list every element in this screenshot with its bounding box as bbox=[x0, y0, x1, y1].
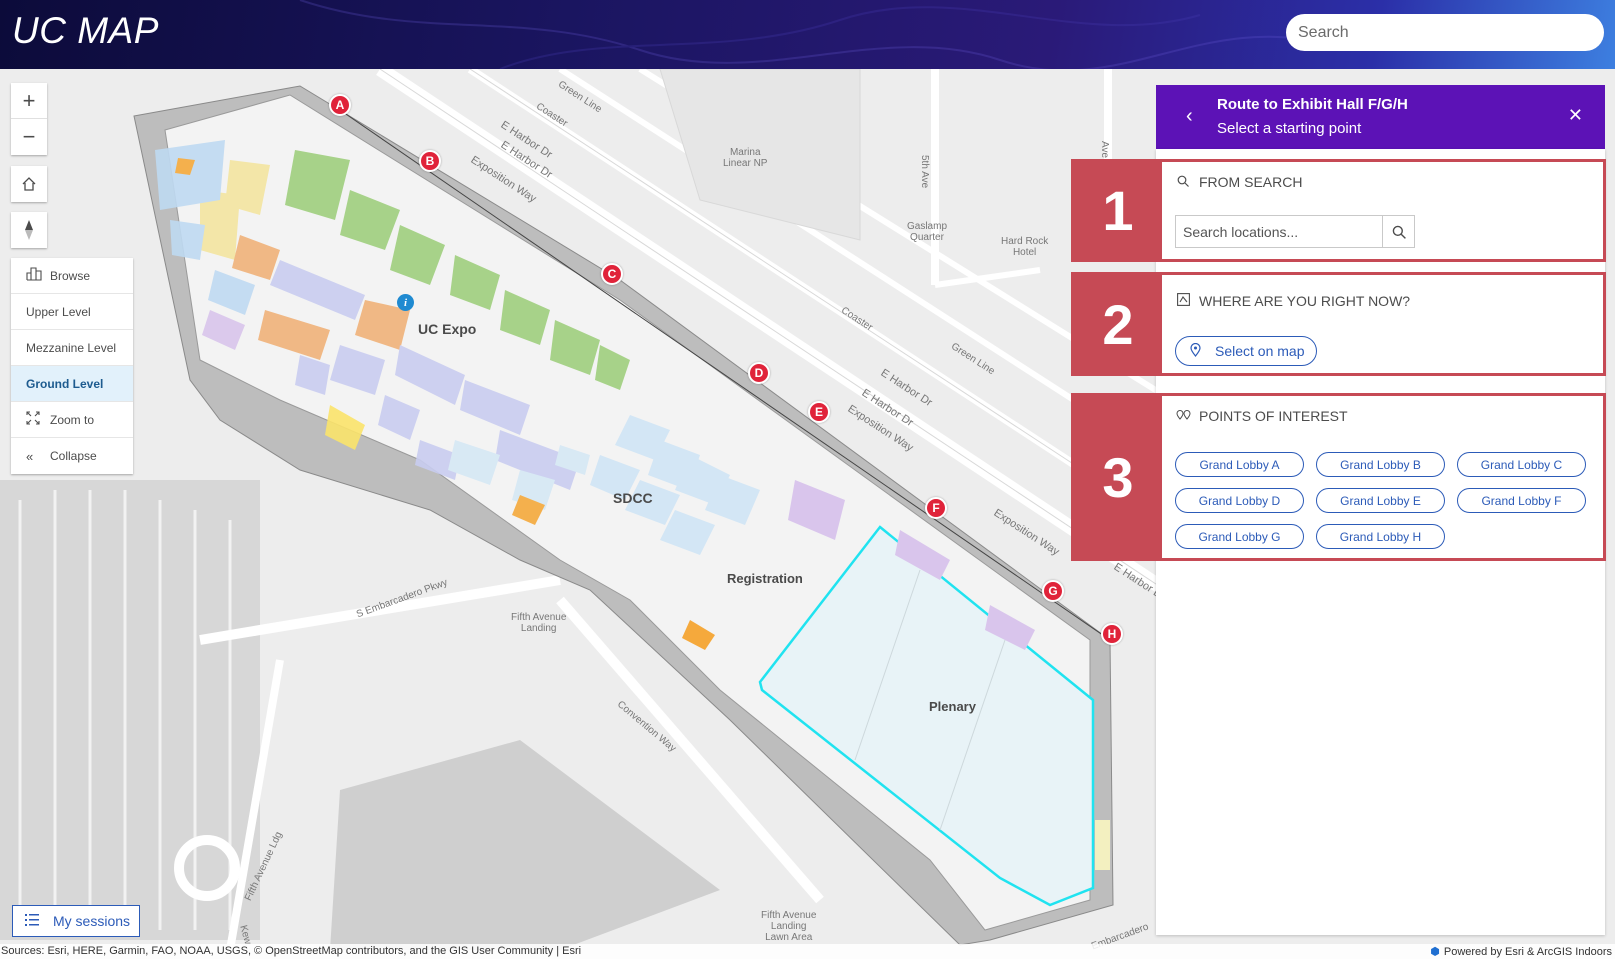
browse-button[interactable]: Browse bbox=[11, 258, 133, 294]
map-attribution: Sources: Esri, HERE, Garmin, FAO, NOAA, … bbox=[0, 944, 1615, 959]
step-points-of-interest: 3 POINTS OF INTEREST Grand Lobby A Grand… bbox=[1071, 393, 1606, 561]
poi-grand-lobby-f[interactable]: Grand Lobby F bbox=[1457, 488, 1586, 513]
poi-grand-lobby-a[interactable]: Grand Lobby A bbox=[1175, 452, 1304, 477]
collapse-label: Collapse bbox=[50, 449, 97, 463]
zoom-to-label: Zoom to bbox=[50, 412, 95, 427]
poi-heading: POINTS OF INTEREST bbox=[1199, 408, 1348, 424]
app-title: UC MAP bbox=[12, 10, 159, 51]
level-upper[interactable]: Upper Level bbox=[11, 294, 133, 330]
step-number-2: 2 bbox=[1074, 275, 1162, 373]
esri-logo-icon: ⬢ bbox=[1430, 946, 1440, 958]
map-pin-icon bbox=[1190, 342, 1201, 360]
zoom-controls: + − bbox=[11, 83, 47, 155]
compass-button[interactable] bbox=[11, 212, 47, 248]
step-number-3: 3 bbox=[1074, 396, 1162, 558]
attribution-sources: Sources: Esri, HERE, Garmin, FAO, NOAA, … bbox=[1, 945, 582, 957]
buildings-icon bbox=[26, 267, 44, 284]
where-are-you-heading: WHERE ARE YOU RIGHT NOW? bbox=[1199, 293, 1411, 309]
step-number-1: 1 bbox=[1074, 162, 1162, 259]
browse-label: Browse bbox=[50, 268, 91, 283]
level-mezzanine-label: Mezzanine Level bbox=[26, 340, 117, 355]
lobby-marker-c[interactable]: C bbox=[601, 263, 623, 285]
map-select-icon bbox=[1176, 293, 1190, 309]
map-label-5th-ave: 5th Ave bbox=[919, 155, 930, 189]
search-locations bbox=[1175, 215, 1415, 248]
search-icon bbox=[1392, 225, 1406, 239]
home-control bbox=[11, 166, 47, 202]
level-ground[interactable]: Ground Level bbox=[11, 366, 133, 402]
map-label-uc-expo: UC Expo bbox=[418, 321, 477, 337]
step-current-location: 2 WHERE ARE YOU RIGHT NOW? Select on map bbox=[1071, 272, 1606, 376]
poi-grand-lobby-h[interactable]: Grand Lobby H bbox=[1316, 524, 1445, 549]
map-label-marina-linear-np: Marina Linear NP bbox=[723, 147, 768, 169]
zoom-to-icon bbox=[26, 411, 44, 428]
list-icon bbox=[25, 913, 39, 929]
close-icon[interactable]: ✕ bbox=[1568, 105, 1583, 126]
step-from-search: 1 FROM SEARCH bbox=[1071, 159, 1606, 262]
map-label-sdcc: SDCC bbox=[613, 490, 653, 506]
lobby-marker-b[interactable]: B bbox=[419, 150, 441, 172]
poi-grand-lobby-b[interactable]: Grand Lobby B bbox=[1316, 452, 1445, 477]
search-locations-input[interactable] bbox=[1176, 216, 1382, 247]
poi-grand-lobby-e[interactable]: Grand Lobby E bbox=[1316, 488, 1445, 513]
route-header: ‹ Route to Exhibit Hall F/G/H Select a s… bbox=[1156, 85, 1605, 149]
map-label-fifth-avenue-landing-lawn: Fifth Avenue Landing Lawn Area bbox=[761, 910, 817, 943]
lobby-marker-d[interactable]: D bbox=[748, 362, 770, 384]
select-on-map-button[interactable]: Select on map bbox=[1175, 336, 1317, 366]
map-label-gaslamp-quarter: Gaslamp Quarter bbox=[907, 221, 948, 243]
lobby-marker-g[interactable]: G bbox=[1042, 580, 1064, 602]
route-title: Route to Exhibit Hall F/G/H bbox=[1217, 96, 1408, 113]
map-label-registration: Registration bbox=[727, 571, 803, 586]
zoom-out-button[interactable]: − bbox=[11, 119, 47, 155]
zoom-in-button[interactable]: + bbox=[11, 83, 47, 119]
poi-list: Grand Lobby A Grand Lobby B Grand Lobby … bbox=[1175, 452, 1586, 549]
powered-by[interactable]: ⬢ Powered by Esri & ArcGIS Indoors bbox=[1430, 945, 1612, 958]
poi-grand-lobby-d[interactable]: Grand Lobby D bbox=[1175, 488, 1304, 513]
level-ground-label: Ground Level bbox=[26, 376, 104, 391]
my-sessions-button[interactable]: My sessions bbox=[12, 905, 140, 937]
collapse-button[interactable]: « Collapse bbox=[11, 438, 133, 474]
map-label-fifth-avenue-landing: Fifth Avenue Landing bbox=[511, 612, 567, 634]
header-search-input[interactable] bbox=[1286, 14, 1604, 51]
map-label-plenary: Plenary bbox=[929, 699, 976, 714]
compass-control bbox=[11, 212, 47, 248]
app-header: UC MAP bbox=[0, 0, 1615, 69]
level-picker: Browse Upper Level Mezzanine Level Groun… bbox=[11, 258, 133, 474]
poi-grand-lobby-g[interactable]: Grand Lobby G bbox=[1175, 524, 1304, 549]
lobby-marker-e[interactable]: E bbox=[808, 401, 830, 423]
poi-icon bbox=[1176, 408, 1191, 424]
poi-grand-lobby-c[interactable]: Grand Lobby C bbox=[1457, 452, 1586, 477]
lobby-marker-h[interactable]: H bbox=[1101, 623, 1123, 645]
select-on-map-label: Select on map bbox=[1215, 343, 1305, 359]
route-subtitle: Select a starting point bbox=[1217, 120, 1362, 137]
level-mezzanine[interactable]: Mezzanine Level bbox=[11, 330, 133, 366]
home-button[interactable] bbox=[11, 166, 47, 202]
from-search-heading: FROM SEARCH bbox=[1199, 174, 1303, 190]
search-icon bbox=[1176, 174, 1190, 190]
compass-icon bbox=[25, 220, 33, 240]
chevron-left-icon[interactable]: ‹ bbox=[1186, 105, 1193, 128]
home-icon bbox=[22, 177, 36, 191]
double-chevron-left-icon: « bbox=[26, 448, 34, 464]
map-label-ave: Ave bbox=[1099, 141, 1110, 159]
lobby-marker-f[interactable]: F bbox=[925, 497, 947, 519]
powered-by-label: Powered by Esri & ArcGIS Indoors bbox=[1443, 946, 1612, 958]
my-sessions-label: My sessions bbox=[53, 913, 131, 929]
info-marker-icon[interactable]: i bbox=[397, 294, 414, 311]
search-locations-button[interactable] bbox=[1382, 216, 1414, 247]
zoom-to-button[interactable]: Zoom to bbox=[11, 402, 133, 438]
map-label-hard-rock-hotel: Hard Rock Hotel bbox=[1001, 236, 1049, 258]
lobby-marker-a[interactable]: A bbox=[329, 94, 351, 116]
level-upper-label: Upper Level bbox=[26, 304, 91, 319]
